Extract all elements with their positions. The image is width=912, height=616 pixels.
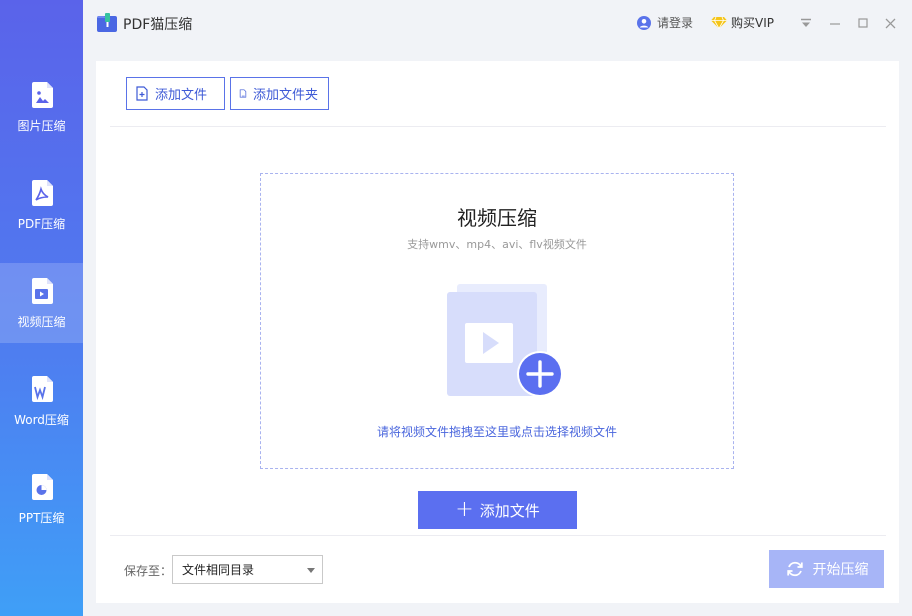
diamond-icon [711,16,727,29]
login-link[interactable]: 请登录 [637,14,693,31]
sidebar-item-word-compress[interactable]: Word压缩 [0,361,83,441]
refresh-icon [786,561,803,577]
footer-divider [110,535,886,536]
add-folder-icon [239,89,247,98]
minimize-icon [830,23,840,25]
login-label: 请登录 [657,16,694,30]
add-file-label: 添加文件 [155,88,208,103]
drop-zone-hint: 请将视频文件拖拽至这里或点击选择视频文件 [376,425,617,439]
save-location-value: 文件相同目录 [182,563,255,577]
sidebar-item-image-compress[interactable]: 图片压缩 [0,67,83,147]
title-bar: PDF猫压缩 请登录 购买VIP [83,0,912,48]
add-file-button[interactable]: + 添加文件 [418,491,577,529]
main-panel: 添加文件 添加文件夹 视频压缩 支持wmv、mp4、avi、flv视频文件 请将… [96,61,899,603]
image-file-icon [31,82,53,108]
add-folder-toolbar-button[interactable]: 添加文件夹 [230,77,329,110]
chevron-down-icon [307,568,315,573]
video-file-icon [31,278,53,304]
vip-label: 购买VIP [731,16,774,30]
sidebar-item-label: Word压缩 [14,413,69,427]
buy-vip-link[interactable]: 购买VIP [711,14,774,31]
add-file-toolbar-button[interactable]: 添加文件 [126,77,225,110]
minimize-button[interactable] [826,14,844,32]
file-drop-zone[interactable]: 视频压缩 支持wmv、mp4、avi、flv视频文件 请将视频文件拖拽至这里或点… [260,173,734,469]
start-compress-button[interactable]: 开始压缩 [769,550,884,588]
start-compress-label: 开始压缩 [812,562,869,578]
drop-zone-title: 视频压缩 [457,206,537,230]
plus-icon: + [455,497,474,522]
add-folder-label: 添加文件夹 [252,88,318,103]
word-file-icon [31,376,53,402]
maximize-button[interactable] [854,14,872,32]
sidebar-item-label: 视频压缩 [17,315,66,329]
save-to-label: 保存至： [124,564,173,578]
user-icon [637,15,651,30]
close-button[interactable] [881,14,899,32]
app-logo-icon [97,13,117,32]
sidebar-item-label: 图片压缩 [17,119,66,133]
sidebar-item-label: PDF压缩 [17,217,66,231]
sidebar-item-label: PPT压缩 [18,511,65,525]
maximize-icon [858,18,868,28]
ppt-file-icon [31,474,53,500]
sidebar: 图片压缩 PDF压缩 视频压缩 Word压缩 PPT压缩 [0,0,83,616]
save-location-select[interactable]: 文件相同目录 [172,555,323,584]
add-file-button-label: 添加文件 [479,501,540,520]
menu-dropdown-button[interactable] [797,14,815,32]
menu-down-icon [801,18,811,27]
sidebar-item-video-compress[interactable]: 视频压缩 [0,263,83,343]
pdf-file-icon [31,180,53,206]
sidebar-item-pdf-compress[interactable]: PDF压缩 [0,165,83,245]
sidebar-item-ppt-compress[interactable]: PPT压缩 [0,459,83,539]
drop-zone-subtitle: 支持wmv、mp4、avi、flv视频文件 [407,238,587,251]
add-file-icon [136,86,148,101]
app-title: PDF猫压缩 [123,17,193,33]
close-icon [885,18,895,28]
toolbar-divider [110,126,886,127]
add-video-illustration-icon [447,284,563,396]
